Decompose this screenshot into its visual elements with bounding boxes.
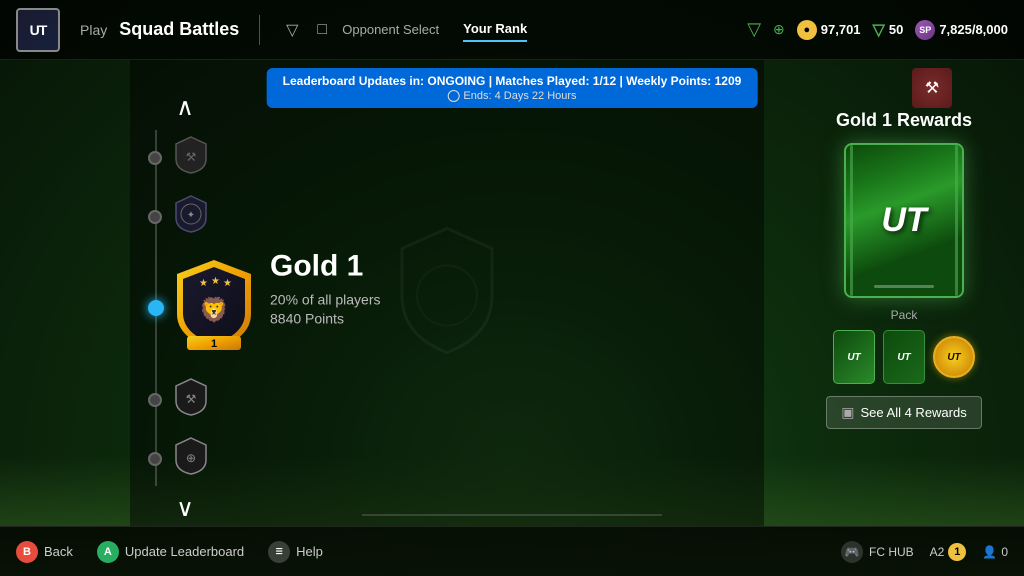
filter-icon-2: □ [310,18,334,42]
player-count: 👤 0 [982,545,1008,559]
menu-button-icon: ☰ [268,541,290,563]
ut-logo: UT [16,8,60,52]
rank-up-arrow[interactable]: ∧ [176,93,194,122]
main-pack: UT [844,143,964,298]
back-label: Back [44,544,73,559]
see-all-rewards-button[interactable]: ▣ See All 4 Rewards [826,396,981,429]
shield-icon-2: ⊕ [773,21,785,38]
rank-item-4[interactable]: ⚒ [145,372,225,427]
rank-list: ⚒ ✦ [145,130,225,486]
shield-currency: ▽ 50 [873,20,904,40]
leaderboard-banner: Leaderboard Updates in: ONGOING | Matche… [267,68,758,108]
banner-sub-label: Ends: 4 Days 22 Hours [463,90,576,102]
pack-small-1-text: UT [847,352,860,363]
rank-badge-large: ★ ★ ★ 🦁 1 [169,256,259,361]
shield-value: 50 [889,22,903,37]
pack-coin-text: UT [947,352,960,363]
svg-text:⚒: ⚒ [186,392,197,406]
bottombar: B Back A Update Leaderboard ☰ Help 🎮 FC … [0,526,1024,576]
rank-indicator: A2 1 [930,543,967,561]
rank-dot-active [148,300,164,316]
nav-title: Squad Battles [119,19,239,40]
rank-item-2[interactable]: ✦ [145,189,225,244]
rank-label-icon: A2 [930,545,945,559]
player-count-value: 0 [1001,545,1008,559]
topbar: UT Play Squad Battles ▽ □ Opponent Selec… [0,0,1024,60]
shield-green-icon: ▽ [747,19,761,40]
rank-navigation: ∧ ⚒ ✦ [140,100,230,516]
svg-text:★: ★ [211,276,220,287]
fc-hub-label: FC HUB [869,545,914,559]
fc-currency: SP 7,825/8,000 [915,20,1008,40]
rank-name: Gold 1 [270,250,381,284]
controller-icon: 🎮 [841,541,863,563]
coins-value: 97,701 [821,22,861,37]
b-button-icon: B [16,541,38,563]
shield-v-icon: ▽ [873,20,885,40]
nav-icons: ▽ □ [280,18,334,42]
tab-opponent-select[interactable]: Opponent Select [342,18,439,41]
fc-hub-button[interactable]: 🎮 FC HUB [841,541,914,563]
update-leaderboard-button[interactable]: A Update Leaderboard [97,541,244,563]
a-button-icon: A [97,541,119,563]
pack-ut-label: UT [881,201,926,240]
center-badge-area [387,221,507,366]
update-label: Update Leaderboard [125,544,244,559]
logo-area: UT [16,8,60,52]
svg-text:⊕: ⊕ [186,451,196,465]
pack-small-2: UT [883,330,925,384]
rank-dot-1 [148,151,162,165]
rank-badge-corner: ⚒ [912,68,964,120]
banner-main-text: Leaderboard Updates in: ONGOING | Matche… [283,74,742,88]
coins-currency: ● 97,701 [797,20,861,40]
bottombar-right: 🎮 FC HUB A2 1 👤 0 [841,541,1008,563]
rewards-panel: Gold 1 Rewards UT Pack UT UT [804,110,1004,429]
nav-play[interactable]: Play [80,22,107,38]
pack-coin: UT [933,336,975,378]
banner-sub-text: Ends: 4 Days 22 Hours [447,90,576,102]
rank-item-1[interactable]: ⚒ [145,130,225,185]
coin-icon: ● [797,20,817,40]
rank-number: 1 [948,543,966,561]
filter-icon-1: ▽ [280,18,304,42]
rank-badge-5: ⊕ [173,436,209,481]
rank-badge-4: ⚒ [173,377,209,422]
pack-small-1: UT [833,330,875,384]
rank-badge-1: ⚒ [173,135,209,180]
rank-info-panel: Gold 1 20% of all players 8840 Points [270,250,381,327]
help-label: Help [296,544,323,559]
wh-badge: ⚒ [912,68,952,108]
see-all-label: See All 4 Rewards [861,405,967,420]
svg-text:⚒: ⚒ [186,150,197,164]
rank-item-5[interactable]: ⊕ [145,431,225,486]
fc-coin-icon: SP [915,20,935,40]
svg-text:1: 1 [211,338,217,350]
svg-text:★: ★ [223,278,232,289]
rank-down-arrow[interactable]: ∨ [176,494,194,523]
svg-text:★: ★ [199,278,208,289]
pack-label: Pack [891,308,918,322]
pack-row: UT UT UT [833,330,975,384]
tab-your-rank[interactable]: Your Rank [463,17,527,42]
rank-badge-2: ✦ [173,194,209,239]
back-button[interactable]: B Back [16,541,73,563]
rank-dot-2 [148,210,162,224]
rank-dot-5 [148,452,162,466]
rewards-square-icon: ▣ [841,404,854,421]
rank-dot-4 [148,393,162,407]
fc-value: 7,825/8,000 [939,22,1008,37]
rank-percent: 20% of all players [270,292,381,308]
svg-text:✦: ✦ [187,210,195,221]
nav-divider [259,15,260,45]
rank-points: 8840 Points [270,311,381,327]
rank-item-active[interactable]: ★ ★ ★ 🦁 1 [145,248,225,368]
timer-icon [447,90,459,102]
help-button[interactable]: ☰ Help [268,541,323,563]
pack-small-2-text: UT [897,352,910,363]
player-icon: 👤 [982,545,997,559]
topbar-right: ▽ ⊕ ● 97,701 ▽ 50 SP 7,825/8,000 [747,19,1008,40]
svg-text:🦁: 🦁 [199,296,229,324]
